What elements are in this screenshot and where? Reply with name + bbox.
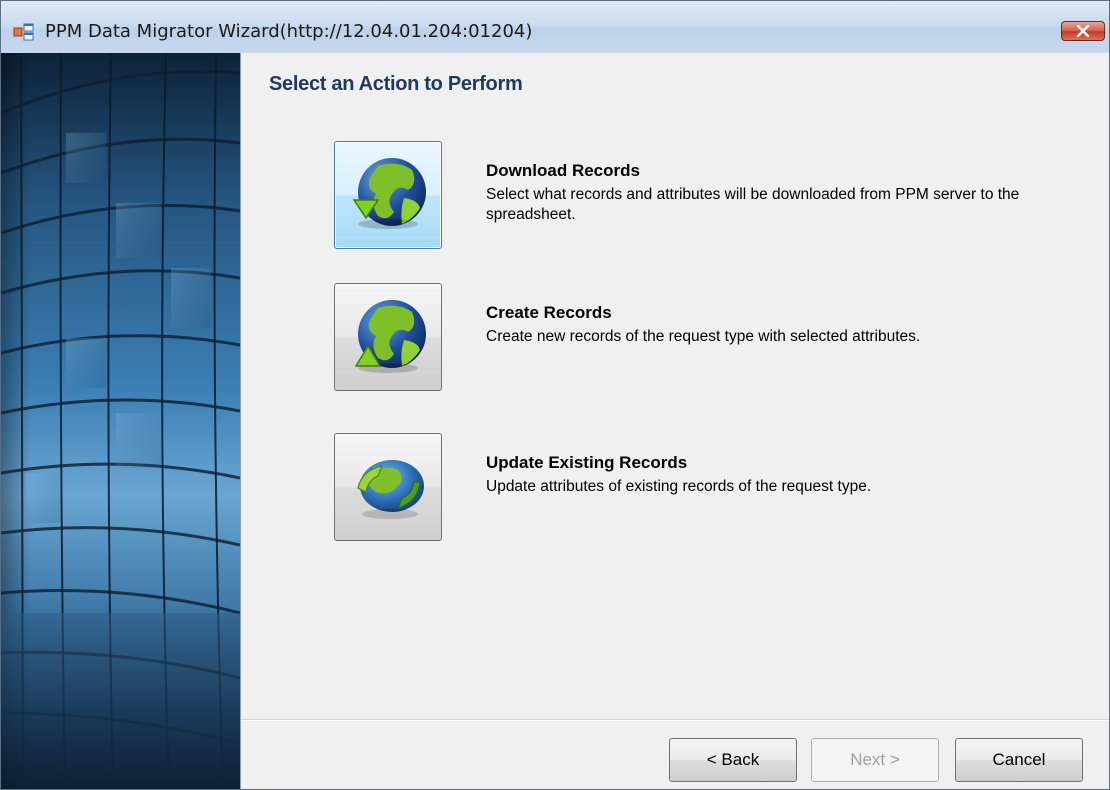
next-button[interactable]: Next > [811, 738, 939, 782]
create-records-title: Create Records [486, 303, 612, 322]
update-existing-records-title: Update Existing Records [486, 453, 688, 472]
page-title: Select an Action to Perform [269, 73, 523, 95]
create-records-description: Create new records of the request type w… [486, 328, 921, 345]
app-icon [13, 23, 35, 41]
wizard-window: PPM Data Migrator Wizard(http://12.04.01… [0, 0, 1110, 790]
action-update-existing-records: Update Existing Records Update attribute… [334, 433, 1034, 543]
footer-separator [241, 719, 1109, 721]
close-icon [1076, 25, 1090, 37]
title-bar[interactable]: PPM Data Migrator Wizard(http://12.04.01… [1, 1, 1109, 54]
download-records-title: Download Records [486, 161, 640, 180]
globe-update-icon [357, 460, 424, 519]
create-records-button[interactable] [334, 283, 442, 391]
action-create-records: Create Records Create new records of the… [334, 283, 1034, 393]
globe-download-icon [352, 158, 426, 229]
update-existing-records-button[interactable] [334, 433, 442, 541]
download-records-button[interactable] [334, 141, 442, 249]
window-title: PPM Data Migrator Wizard(http://12.04.01… [45, 21, 533, 42]
download-records-description: Select what records and attributes will … [486, 186, 1020, 223]
update-existing-records-description: Update attributes of existing records of… [486, 478, 872, 495]
close-button[interactable] [1061, 21, 1105, 41]
back-button[interactable]: < Back [669, 738, 797, 782]
globe-create-icon [354, 300, 426, 373]
main-content: Select an Action to Perform Download Rec… [241, 53, 1109, 789]
cancel-button[interactable]: Cancel [955, 738, 1083, 782]
action-download-records: Download Records Select what records and… [334, 141, 1034, 251]
sidebar-building-image [1, 53, 241, 789]
